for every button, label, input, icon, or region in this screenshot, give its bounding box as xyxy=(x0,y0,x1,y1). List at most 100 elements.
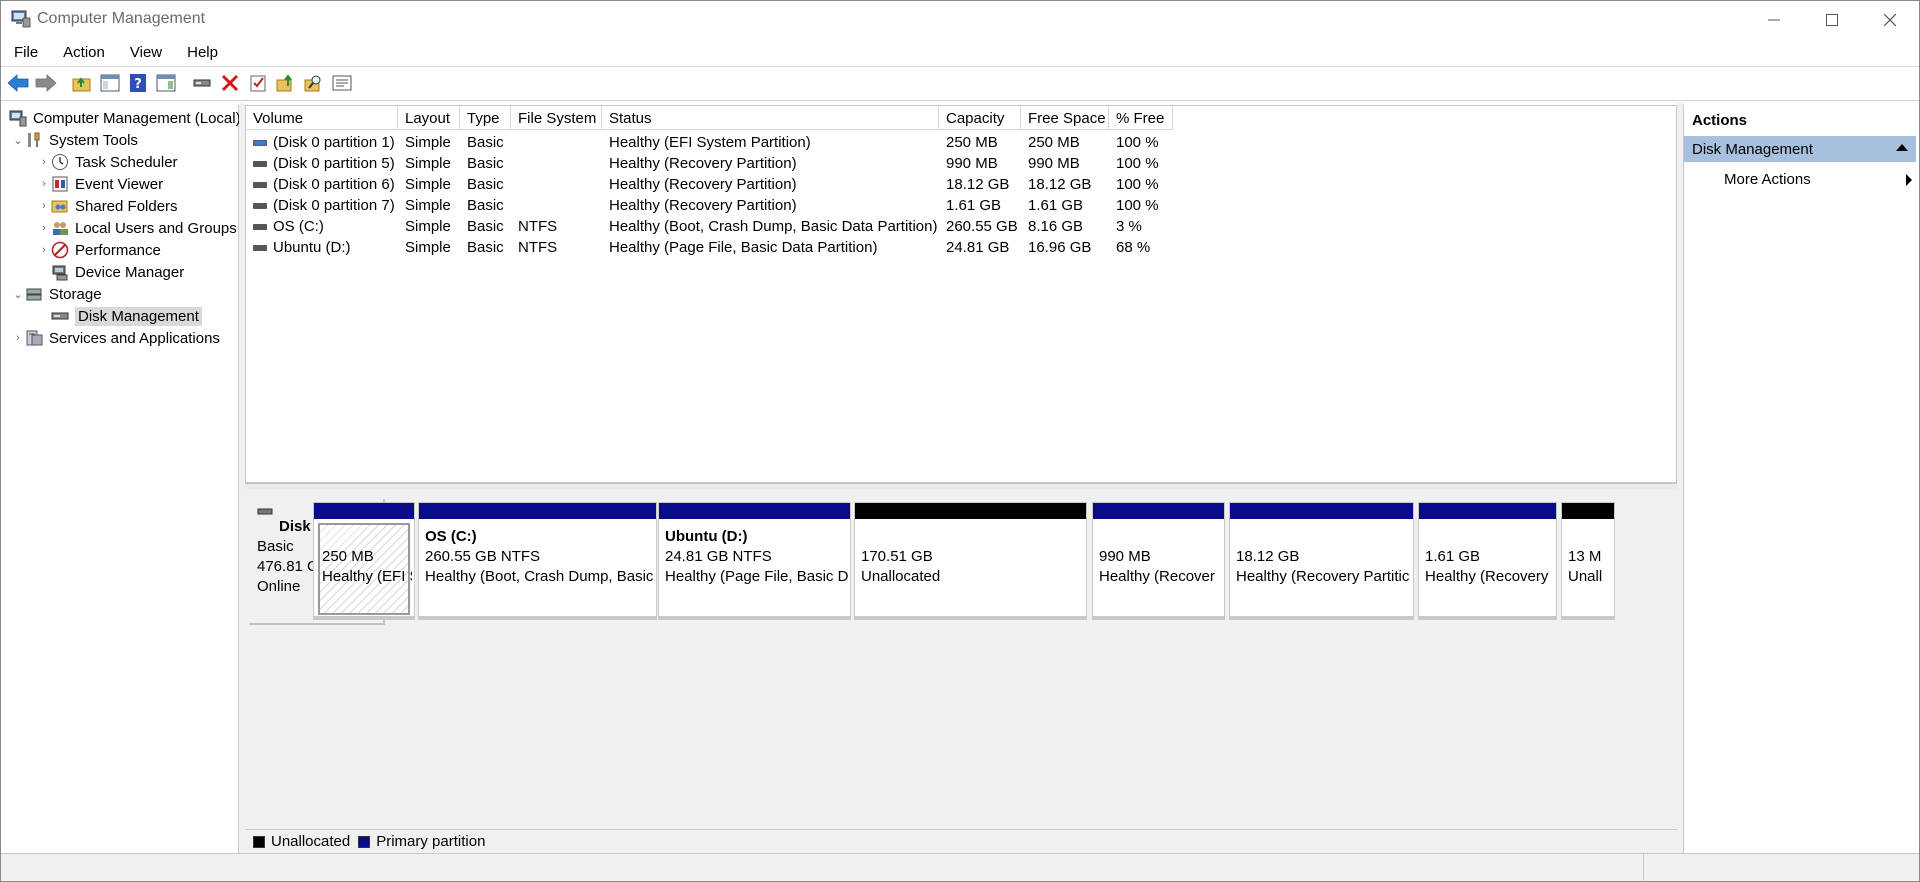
forward-button[interactable] xyxy=(34,71,58,95)
tree-local-users[interactable]: › Local Users and Groups xyxy=(37,217,237,239)
partition-shadow xyxy=(1419,616,1556,619)
menu-view[interactable]: View xyxy=(117,40,174,66)
expand-chevron-icon[interactable]: › xyxy=(37,200,51,212)
volume-icon xyxy=(253,245,267,251)
partition-size: 18.12 GB xyxy=(1236,548,1300,565)
partition-block[interactable]: Ubuntu (D:) 24.81 GB NTFS Healthy (Page Fi… xyxy=(658,502,851,620)
column-type[interactable]: Type xyxy=(460,106,511,130)
expand-chevron-icon[interactable]: › xyxy=(37,222,51,234)
tree-task-scheduler[interactable]: › Task Scheduler xyxy=(37,151,177,173)
find-button[interactable] xyxy=(302,71,326,95)
collapse-chevron-icon[interactable]: ⌄ xyxy=(11,288,25,301)
collapse-chevron-icon[interactable]: ⌄ xyxy=(11,134,25,147)
back-icon xyxy=(7,74,29,92)
partition-type-bar xyxy=(1562,503,1614,519)
expand-chevron-icon[interactable]: › xyxy=(37,244,51,256)
connect-disk-button[interactable] xyxy=(190,71,214,95)
cell-volume: Ubuntu (D:) xyxy=(246,239,398,256)
action-pane-button[interactable] xyxy=(154,71,178,95)
cell-volume: (Disk 0 partition 7) xyxy=(246,197,398,214)
actions-header: Actions xyxy=(1692,112,1748,129)
volume-row[interactable]: Ubuntu (D:) Simple Basic NTFS Healthy (Page … xyxy=(246,237,1173,258)
submenu-arrow-icon[interactable] xyxy=(1906,174,1912,186)
title-bar: Computer Management xyxy=(1,1,1919,38)
cell-free-space: 16.96 GB xyxy=(1028,239,1092,256)
expand-chevron-icon[interactable]: › xyxy=(11,332,25,344)
delete-button[interactable] xyxy=(218,71,242,95)
partition-status: Healthy (Recover xyxy=(1099,568,1215,585)
menu-help[interactable]: Help xyxy=(174,40,230,66)
column-status[interactable]: Status xyxy=(602,106,939,130)
volume-row[interactable]: (Disk 0 partition 5) Simple Basic Healthy (… xyxy=(246,153,1173,174)
expand-chevron-icon[interactable]: › xyxy=(37,156,51,168)
services-icon xyxy=(26,330,43,346)
partition-name: OS (C:) xyxy=(425,528,477,545)
partition-text: 170.51 GB Unallocated xyxy=(861,547,1084,587)
cell-percent-free: 100 % xyxy=(1116,197,1159,214)
cell-percent-free: 68 % xyxy=(1116,239,1151,256)
volume-row[interactable]: (Disk 0 partition 6) Simple Basic Healthy (… xyxy=(246,174,1173,195)
volume-icon xyxy=(253,203,267,209)
tree-shared-folders[interactable]: › Shared Folders xyxy=(37,195,177,217)
tree-performance[interactable]: › Performance xyxy=(37,239,161,261)
tree-root[interactable]: Computer Management (Local) xyxy=(9,107,241,129)
toolbar: ? xyxy=(1,68,1919,98)
performance-icon xyxy=(51,241,69,259)
volume-icon xyxy=(253,140,267,146)
partition-block[interactable]: 990 MB Healthy (Recover xyxy=(1092,502,1225,620)
tree-label: Performance xyxy=(75,241,161,259)
more-actions[interactable]: More Actions xyxy=(1724,171,1811,188)
disk-icon xyxy=(257,508,273,515)
tree-label: Services and Applications xyxy=(49,329,220,347)
actions-section-disk-management[interactable]: Disk Management xyxy=(1684,136,1916,162)
close-button[interactable] xyxy=(1861,1,1919,38)
tree-device-manager[interactable]: Device Manager xyxy=(51,261,184,283)
cell-free-space: 250 MB xyxy=(1028,134,1080,151)
settings-view-button[interactable] xyxy=(330,71,354,95)
partition-block[interactable]: OS (C:) 260.55 GB NTFS Healthy (Boot, Cras… xyxy=(418,502,657,620)
cell-status: Healthy (Recovery Partition) xyxy=(609,176,797,193)
menu-file[interactable]: File xyxy=(1,40,50,66)
tree-label: Disk Management xyxy=(75,306,202,326)
minimize-icon xyxy=(1768,19,1780,20)
volume-row[interactable]: (Disk 0 partition 1) Simple Basic Healthy (… xyxy=(246,132,1173,153)
partition-block[interactable]: 1.61 GB Healthy (Recovery xyxy=(1418,502,1557,620)
maximize-button[interactable] xyxy=(1803,1,1861,38)
partition-type-bar xyxy=(1230,503,1413,519)
tree-services[interactable]: › Services and Applications xyxy=(11,327,220,349)
cell-capacity: 990 MB xyxy=(946,155,998,172)
unallocated-region[interactable]: 13 M Unall xyxy=(1561,502,1615,620)
tree-disk-management[interactable]: Disk Management xyxy=(51,305,202,327)
minimize-button[interactable] xyxy=(1745,1,1803,38)
tree-label: Local Users and Groups xyxy=(75,219,237,237)
menu-action[interactable]: Action xyxy=(50,40,117,66)
tree-storage[interactable]: ⌄ Storage xyxy=(11,283,101,305)
tree-system-tools[interactable]: ⌄ System Tools xyxy=(11,129,138,151)
partition-type-bar xyxy=(314,503,414,519)
partition-block[interactable]: 250 MB Healthy (EFI S xyxy=(313,502,415,620)
export-button[interactable] xyxy=(274,71,298,95)
volume-list-header: Volume Layout Type File System Status Ca… xyxy=(246,106,1676,130)
column-percent-free[interactable]: % Free xyxy=(1109,106,1173,130)
column-file-system[interactable]: File System xyxy=(511,106,602,130)
unallocated-region[interactable]: 170.51 GB Unallocated xyxy=(854,502,1087,620)
volume-row[interactable]: (Disk 0 partition 7) Simple Basic Healthy (… xyxy=(246,195,1173,216)
partition-block[interactable]: 18.12 GB Healthy (Recovery Partitic xyxy=(1229,502,1414,620)
expand-chevron-icon[interactable]: › xyxy=(37,178,51,190)
collapse-caret-icon[interactable] xyxy=(1896,144,1908,151)
properties-button[interactable] xyxy=(246,71,270,95)
column-capacity[interactable]: Capacity xyxy=(939,106,1021,130)
column-layout[interactable]: Layout xyxy=(398,106,460,130)
column-volume[interactable]: Volume xyxy=(246,106,398,130)
console-tree-button[interactable] xyxy=(98,71,122,95)
back-button[interactable] xyxy=(6,71,30,95)
partition-type-bar xyxy=(659,503,850,519)
menu-divider xyxy=(1,66,1919,67)
tree-event-viewer[interactable]: › Event Viewer xyxy=(37,173,163,195)
help-button[interactable]: ? xyxy=(126,71,150,95)
volume-row[interactable]: OS (C:) Simple Basic NTFS Healthy (Boot, Cra… xyxy=(246,216,1173,237)
up-folder-button[interactable] xyxy=(70,71,94,95)
properties-icon xyxy=(250,75,266,92)
volume-icon xyxy=(253,224,267,230)
column-free-space[interactable]: Free Space xyxy=(1021,106,1109,130)
